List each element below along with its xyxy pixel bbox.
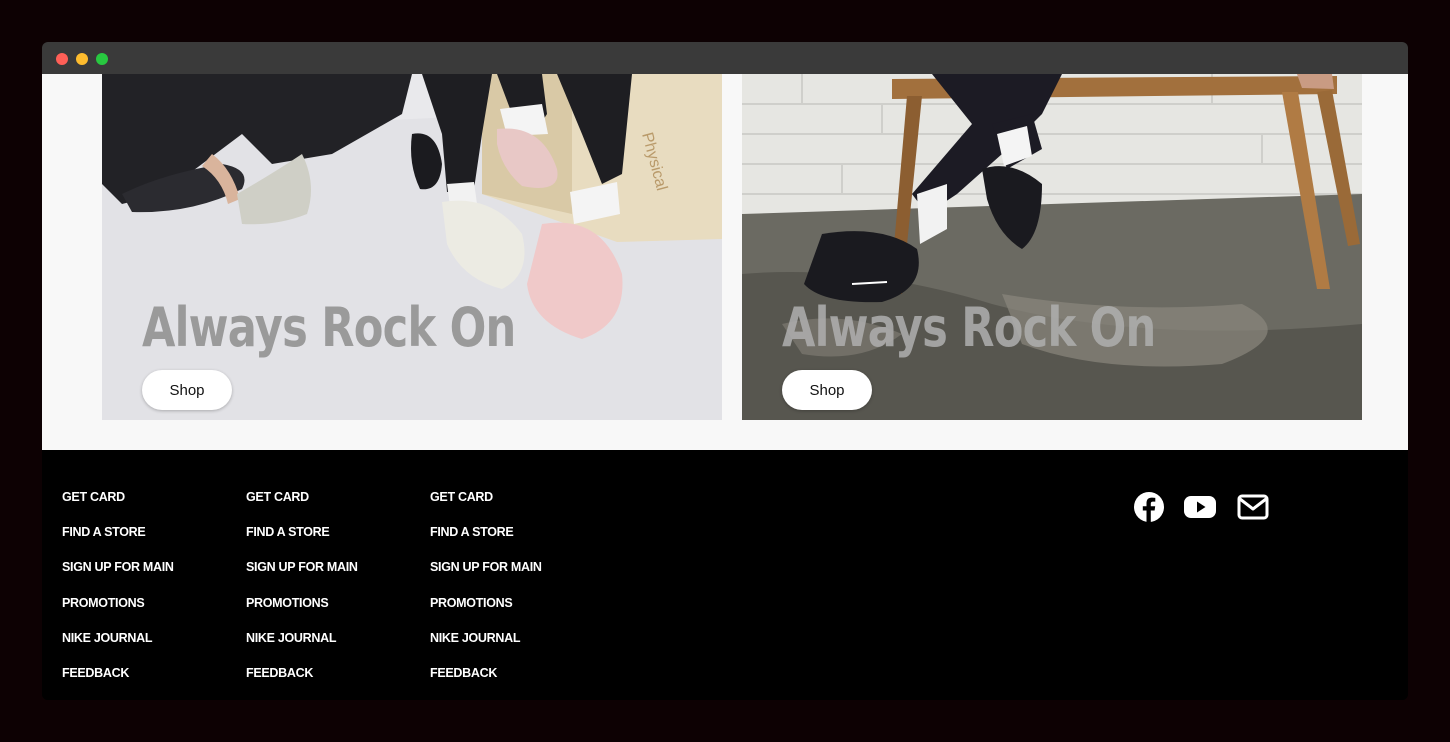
promo-card-left: Physical Always Rock On Shop — [102, 74, 722, 420]
footer-column: GET CARD FIND A STORE SIGN UP FOR MAIN P… — [246, 490, 358, 700]
window-titlebar — [42, 42, 1408, 74]
footer-link-feedback[interactable]: FEEDBACK — [62, 666, 174, 700]
footer-link-sign-up[interactable]: SIGN UP FOR MAIN — [62, 560, 174, 595]
site-footer: GET CARD FIND A STORE SIGN UP FOR MAIN P… — [42, 450, 1408, 700]
close-window-button[interactable] — [56, 53, 68, 65]
footer-link-get-card[interactable]: GET CARD — [62, 490, 174, 525]
promo-headline: Always Rock On — [782, 296, 1156, 359]
footer-link-nike-journal[interactable]: NIKE JOURNAL — [246, 631, 358, 666]
footer-link-promotions[interactable]: PROMOTIONS — [246, 596, 358, 631]
promo-headline: Always Rock On — [142, 296, 516, 359]
footer-link-sign-up[interactable]: SIGN UP FOR MAIN — [246, 560, 358, 595]
footer-link-nike-journal[interactable]: NIKE JOURNAL — [62, 631, 174, 666]
footer-link-sign-up[interactable]: SIGN UP FOR MAIN — [430, 560, 542, 595]
shop-button[interactable]: Shop — [782, 370, 872, 410]
footer-link-find-a-store[interactable]: FIND A STORE — [430, 525, 542, 560]
footer-link-find-a-store[interactable]: FIND A STORE — [246, 525, 358, 560]
promo-card-right: Always Rock On Shop — [742, 74, 1362, 420]
footer-column: GET CARD FIND A STORE SIGN UP FOR MAIN P… — [62, 490, 174, 700]
promo-photo-bench-wet-floor — [742, 74, 1362, 420]
mail-icon[interactable] — [1236, 490, 1270, 524]
browser-window: Physical Always Rock On Shop Always Rock… — [42, 42, 1408, 700]
footer-link-nike-journal[interactable]: NIKE JOURNAL — [430, 631, 542, 666]
maximize-window-button[interactable] — [96, 53, 108, 65]
footer-link-get-card[interactable]: GET CARD — [430, 490, 542, 525]
promo-section: Physical Always Rock On Shop Always Rock… — [42, 74, 1408, 450]
footer-link-find-a-store[interactable]: FIND A STORE — [62, 525, 174, 560]
footer-link-promotions[interactable]: PROMOTIONS — [62, 596, 174, 631]
footer-link-get-card[interactable]: GET CARD — [246, 490, 358, 525]
facebook-icon[interactable] — [1132, 490, 1166, 524]
shop-button[interactable]: Shop — [142, 370, 232, 410]
youtube-icon[interactable] — [1183, 490, 1217, 524]
minimize-window-button[interactable] — [76, 53, 88, 65]
footer-column: GET CARD FIND A STORE SIGN UP FOR MAIN P… — [430, 490, 542, 700]
footer-link-promotions[interactable]: PROMOTIONS — [430, 596, 542, 631]
promo-photo-sneakers-studio: Physical — [102, 74, 722, 420]
footer-link-feedback[interactable]: FEEDBACK — [430, 666, 542, 700]
footer-link-feedback[interactable]: FEEDBACK — [246, 666, 358, 700]
